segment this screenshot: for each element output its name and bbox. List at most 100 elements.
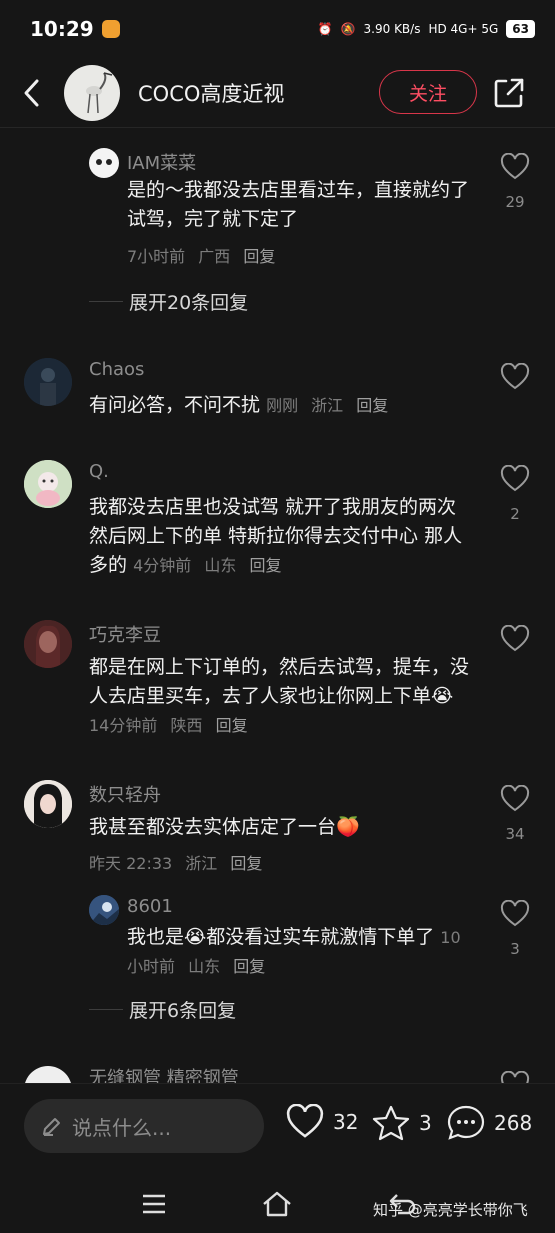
divider <box>89 301 123 302</box>
comment-text: 我也是😭都没看过实车就激情下单了 10小时前 山东 回复 <box>127 923 472 981</box>
comment-author[interactable]: Q. <box>89 461 109 482</box>
follow-button[interactable]: 关注 <box>379 70 477 114</box>
comment-region: 浙江 <box>185 854 218 873</box>
star-icon <box>372 1105 410 1141</box>
comment-list[interactable]: IAM菜菜 是的～我都没去店里看过车，直接就约了试驾，完了就下定了 7小时前 广… <box>0 128 555 1083</box>
expand-label: 展开6条回复 <box>129 1000 237 1022</box>
comment: 巧克李豆 都是在网上下订单的，然后去试驾，提车，没人去店里买车，去了人家也让你网… <box>0 620 555 750</box>
comment-reply: IAM菜菜 是的～我都没去店里看过车，直接就约了试驾，完了就下定了 7小时前 广… <box>0 128 555 298</box>
landscape-avatar-icon <box>89 895 119 925</box>
mute-icon: 🔕 <box>340 22 356 36</box>
comment-author[interactable]: 8601 <box>127 896 173 917</box>
comment-input[interactable]: 说点什么... <box>24 1099 264 1153</box>
comments-button[interactable]: 268 <box>446 1104 532 1142</box>
comment-time: 4分钟前 <box>133 556 192 575</box>
avatar[interactable] <box>24 358 72 406</box>
pencil-icon <box>43 1118 60 1136</box>
status-time: 10:29 <box>30 17 94 41</box>
comment-author[interactable]: IAM菜菜 <box>127 149 196 175</box>
comment-meta: 4分钟前 山东 回复 <box>133 556 289 575</box>
comment-author[interactable]: 无缝钢管 精密钢管 <box>89 1064 239 1083</box>
heart-icon <box>500 624 530 652</box>
comment-text: 有问必答，不问不扰 刚刚 浙江 回复 <box>89 391 489 420</box>
cartoon-avatar-icon <box>24 460 72 508</box>
like-count: 29 <box>505 193 525 211</box>
comment-meta: 7小时前 广西 回复 <box>127 243 283 267</box>
like-count: 32 <box>333 1110 359 1134</box>
share-button[interactable] <box>492 76 526 110</box>
signal-indicator: HD 4G+ 5G <box>428 22 499 36</box>
avatar[interactable] <box>89 148 119 178</box>
like-button[interactable] <box>499 1070 531 1083</box>
comment-text: 我甚至都没去实体店定了一台🍑 <box>89 813 479 842</box>
app-notification-icon <box>101 20 120 38</box>
reply-link[interactable]: 回复 <box>356 396 388 415</box>
like-button[interactable]: 29 <box>499 152 531 211</box>
battery-indicator: 63 <box>506 20 535 38</box>
comment-body: 我甚至都没去实体店定了一台 <box>89 816 337 838</box>
like-button[interactable]: 2 <box>499 464 531 523</box>
favorite-button[interactable]: 3 <box>371 1104 432 1142</box>
comment-body: 有问必答，不问不扰 <box>89 394 261 416</box>
comment-text: 是的～我都没去店里看过车，直接就约了试驾，完了就下定了 <box>127 179 470 230</box>
reply-link[interactable]: 回复 <box>230 854 262 873</box>
comment-region: 广西 <box>198 247 231 266</box>
avatar[interactable] <box>24 780 72 828</box>
avatar[interactable] <box>24 460 72 508</box>
crying-emoji-icon: 😭 <box>431 685 454 707</box>
heart-icon <box>500 899 530 927</box>
reply-link[interactable]: 回复 <box>243 247 275 266</box>
comment-time: 7小时前 <box>127 247 186 266</box>
author-avatar[interactable] <box>64 64 120 121</box>
chevron-left-icon <box>24 79 39 106</box>
reply-link[interactable]: 回复 <box>216 716 248 735</box>
comment-author[interactable]: 巧克李豆 <box>89 621 161 647</box>
expand-replies-button[interactable]: 展开6条回复 <box>89 996 236 1023</box>
home-icon[interactable] <box>261 1190 293 1218</box>
like-count: 3 <box>510 940 520 958</box>
comment-text: 我都没去店里也没试驾 就开了我朋友的两次 然后网上下的单 特斯拉你得去交付中心 … <box>89 493 474 580</box>
author-name[interactable]: COCO高度近视 <box>138 78 284 108</box>
expand-replies-button[interactable]: 展开20条回复 <box>89 288 248 315</box>
comment-region: 陕西 <box>170 716 203 735</box>
avatar[interactable] <box>24 1066 72 1083</box>
reply-link[interactable]: 回复 <box>249 556 281 575</box>
comment: Chaos 有问必答，不问不扰 刚刚 浙江 回复 <box>0 358 555 448</box>
comment-input-placeholder: 说点什么... <box>72 1115 172 1140</box>
back-button[interactable] <box>0 58 64 128</box>
heart-icon <box>500 152 530 180</box>
like-count: 2 <box>510 505 520 523</box>
comment-author[interactable]: Chaos <box>89 359 144 380</box>
avatar[interactable] <box>24 620 72 668</box>
comment: Q. 我都没去店里也没试驾 就开了我朋友的两次 然后网上下的单 特斯拉你得去交付… <box>0 460 555 590</box>
comment-count: 268 <box>494 1111 533 1135</box>
like-button[interactable] <box>499 362 531 395</box>
heart-icon <box>500 464 530 492</box>
person-avatar-icon <box>24 780 72 828</box>
post-header: COCO高度近视 关注 <box>0 58 555 128</box>
comment-text: 都是在网上下订单的，然后去试驾，提车，没人去店里买车，去了人家也让你网上下单😭 … <box>89 653 479 740</box>
cartoon-avatar-icon <box>90 149 118 177</box>
status-icons: ⏰ 🔕 3.90 KB/s HD 4G+ 5G 63 <box>318 20 535 38</box>
like-button[interactable] <box>499 624 531 657</box>
comment-meta: 14分钟前 陕西 回复 <box>89 716 256 735</box>
comment: 数只轻舟 我甚至都没去实体店定了一台🍑 昨天 22:33 浙江 回复 34 <box>0 780 555 880</box>
menu-icon[interactable] <box>141 1193 167 1215</box>
reply-link[interactable]: 回复 <box>233 957 265 976</box>
avatar[interactable] <box>89 895 119 925</box>
favorite-count: 3 <box>419 1111 432 1135</box>
comment-time: 昨天 22:33 <box>89 854 173 873</box>
comment-author[interactable]: 数只轻舟 <box>89 781 161 807</box>
comment-region: 山东 <box>188 957 221 976</box>
crying-emoji-icon: 😭 <box>184 926 207 948</box>
like-button[interactable]: 34 <box>499 784 531 843</box>
like-post-button[interactable]: 32 <box>285 1104 358 1140</box>
comment-body: 我也是 <box>127 926 185 948</box>
watermark: 知乎 @亮亮学长带你飞 <box>373 1201 528 1219</box>
net-speed: 3.90 KB/s <box>363 22 421 36</box>
heart-icon <box>500 362 530 390</box>
like-button[interactable]: 3 <box>499 899 531 958</box>
like-count: 34 <box>505 825 525 843</box>
comment-time: 14分钟前 <box>89 716 158 735</box>
comment-meta: 刚刚 浙江 回复 <box>266 396 396 415</box>
